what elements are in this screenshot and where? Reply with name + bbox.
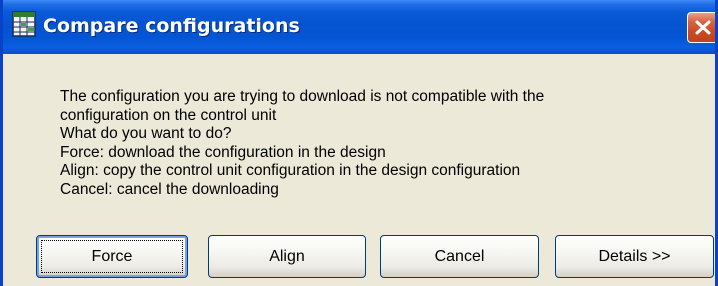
message-line: configuration on the control unit [60, 106, 277, 124]
force-button-label: Force [91, 248, 133, 265]
details-button-label: Details >> [598, 248, 671, 265]
close-button[interactable] [687, 12, 715, 43]
spreadsheet-icon [12, 11, 36, 37]
message-line: What do you want to do? [60, 125, 232, 143]
cancel-button-label: Cancel [434, 248, 485, 265]
message-line: The configuration you are trying to down… [60, 88, 545, 105]
message-line: Cancel: cancel the downloading [60, 180, 279, 198]
message-text: The configuration you are trying to down… [60, 88, 544, 200]
details-button[interactable]: Details >> [555, 235, 714, 278]
cancel-button[interactable]: Cancel [380, 235, 539, 278]
dialog-title: Compare configurations [43, 15, 300, 37]
title-bar[interactable]: Compare configurations [3, 0, 715, 54]
compare-configurations-dialog: Compare configurations The configuration… [0, 0, 718, 286]
align-button-label: Align [269, 248, 305, 265]
force-button[interactable]: Force [36, 235, 188, 278]
message-line: Align: copy the control unit configurati… [60, 162, 521, 180]
message-line: Force: download the configuration in the… [60, 143, 386, 161]
align-button[interactable]: Align [208, 235, 366, 278]
